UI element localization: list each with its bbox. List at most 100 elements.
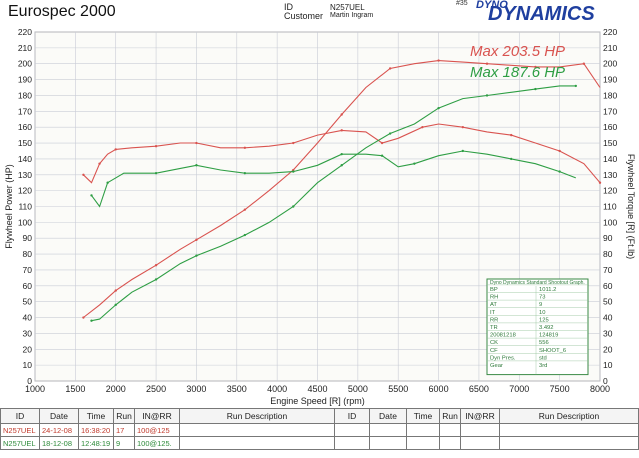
x-tick-label: 1500 bbox=[65, 384, 85, 394]
y-tick-label-right: 180 bbox=[603, 90, 617, 100]
shootout-value: 9 bbox=[539, 302, 542, 308]
data-point-power_green bbox=[485, 94, 489, 97]
y-tick-label-left: 100 bbox=[18, 217, 32, 227]
data-point-torque_red bbox=[558, 149, 561, 153]
row-desc bbox=[179, 436, 335, 450]
data-point-torque_red bbox=[82, 173, 85, 176]
y-tick-label-left: 10 bbox=[23, 360, 33, 370]
data-point-power_red bbox=[388, 67, 392, 70]
data-point-power_green bbox=[114, 303, 117, 307]
x-tick-label: 2000 bbox=[106, 384, 126, 394]
x-tick-label: 6000 bbox=[429, 384, 449, 394]
y-tick-label-left: 40 bbox=[23, 313, 33, 323]
y-tick-label-right: 190 bbox=[603, 75, 617, 85]
data-point-torque_red bbox=[598, 181, 602, 184]
x-tick-label: 2500 bbox=[146, 384, 166, 394]
dyno-dynamics-logo: DYNO DYNAMICS bbox=[470, 0, 635, 26]
x-tick-label: 6500 bbox=[469, 384, 489, 394]
y-tick-label-right: 130 bbox=[603, 170, 617, 180]
shootout-value: 124819 bbox=[539, 333, 558, 339]
data-point-torque_green bbox=[340, 152, 343, 156]
y-tick-label-right: 0 bbox=[603, 376, 608, 386]
data-point-torque_green bbox=[154, 171, 158, 175]
data-point-power_red bbox=[195, 238, 198, 242]
data-point-torque_green bbox=[292, 170, 295, 173]
y-tick-label-left: 210 bbox=[18, 43, 32, 53]
col-date-2: Date bbox=[369, 408, 407, 424]
customer-label: Customer bbox=[284, 11, 324, 21]
data-point-torque_green bbox=[413, 162, 416, 165]
data-point-torque_red bbox=[421, 125, 424, 129]
shootout-key: Gear bbox=[490, 363, 503, 369]
id-value: N257UEL bbox=[330, 3, 365, 12]
data-point-power_green bbox=[340, 164, 343, 167]
table-row: N257UEL 18-12-08 12:48:19 9 100@125. bbox=[0, 436, 639, 450]
col-inrr: IN@RR bbox=[134, 408, 180, 424]
y-tick-label-left: 90 bbox=[23, 233, 33, 243]
y-tick-label-left: 30 bbox=[23, 328, 33, 338]
y-tick-label-left: 110 bbox=[18, 202, 32, 212]
data-point-power_green bbox=[195, 254, 198, 257]
data-point-power_green bbox=[292, 205, 295, 208]
y-tick-label-right: 50 bbox=[603, 297, 613, 307]
x-tick-label: 5000 bbox=[348, 384, 368, 394]
run-table-header: ID Date Time Run IN@RR Run Description I… bbox=[0, 408, 639, 424]
shootout-key: 20081218 bbox=[490, 333, 516, 339]
y-axis-label-right: Flywheel Torque [R] (Ft.lb) bbox=[626, 154, 636, 259]
data-point-torque_green bbox=[243, 171, 247, 175]
shootout-key: TR bbox=[490, 325, 498, 331]
col-run-description-2: Run Description bbox=[499, 408, 639, 424]
data-point-torque_red bbox=[292, 141, 295, 145]
col-time-2: Time bbox=[406, 408, 440, 424]
shootout-value: 3rd bbox=[539, 363, 547, 369]
data-point-power_green bbox=[437, 106, 440, 110]
run-number: #35 bbox=[456, 0, 468, 7]
x-tick-label: 3000 bbox=[186, 384, 206, 394]
x-tick-label: 3500 bbox=[227, 384, 247, 394]
y-tick-label-right: 90 bbox=[603, 233, 613, 243]
col-date: Date bbox=[39, 408, 79, 424]
y-tick-label-right: 80 bbox=[603, 249, 613, 259]
col-run-description: Run Description bbox=[179, 408, 335, 424]
shootout-value: 3.492 bbox=[539, 325, 554, 331]
data-point-power_red bbox=[582, 62, 586, 65]
col-run: Run bbox=[113, 408, 135, 424]
shootout-key: IT bbox=[490, 310, 496, 316]
data-point-power_red bbox=[154, 263, 158, 267]
row-id: N257UEL bbox=[0, 436, 40, 450]
shootout-value: 73 bbox=[539, 295, 545, 301]
data-point-power_green bbox=[90, 319, 93, 322]
logo-text-dynamics: DYNAMICS bbox=[488, 3, 595, 25]
data-point-torque_green bbox=[510, 157, 513, 161]
customer-value: Martin Ingram bbox=[330, 12, 374, 19]
dyno-chart: 1000 1500 2000 2500 3000 3500 4000 4500 5000 5500… bbox=[4, 27, 636, 406]
y-tick-label-left: 220 bbox=[18, 27, 32, 37]
y-tick-label-left: 20 bbox=[23, 344, 33, 354]
row-date: 18-12-08 bbox=[39, 436, 79, 450]
data-point-power_green bbox=[154, 278, 158, 281]
y-tick-label-right: 140 bbox=[603, 154, 617, 164]
row-id: N257UEL bbox=[0, 423, 40, 437]
row-inrr: 100@125 bbox=[134, 423, 180, 437]
data-point-torque_green bbox=[106, 181, 109, 184]
y-tick-label-right: 40 bbox=[603, 313, 613, 323]
y-tick-label-left: 50 bbox=[23, 297, 33, 307]
shootout-key: CF bbox=[490, 348, 498, 354]
x-tick-label: 4000 bbox=[267, 384, 287, 394]
y-tick-label-right: 120 bbox=[603, 186, 617, 196]
annotation-max-red: Max 203.5 HP bbox=[470, 43, 565, 60]
y-tick-label-right: 20 bbox=[603, 344, 613, 354]
y-tick-label-right: 160 bbox=[603, 122, 617, 132]
y-tick-label-left: 120 bbox=[18, 186, 32, 196]
y-tick-label-left: 180 bbox=[18, 90, 32, 100]
row-run: 17 bbox=[113, 423, 135, 437]
col-run-2: Run bbox=[439, 408, 461, 424]
shootout-key: RR bbox=[490, 317, 498, 323]
data-point-torque_green bbox=[90, 194, 93, 197]
page-title: Eurospec 2000 bbox=[8, 3, 116, 20]
y-tick-label-left: 70 bbox=[23, 265, 33, 275]
data-point-power_red bbox=[243, 208, 247, 211]
data-point-torque_green bbox=[558, 170, 561, 173]
y-tick-label-left: 160 bbox=[18, 122, 32, 132]
row-desc bbox=[179, 423, 335, 437]
